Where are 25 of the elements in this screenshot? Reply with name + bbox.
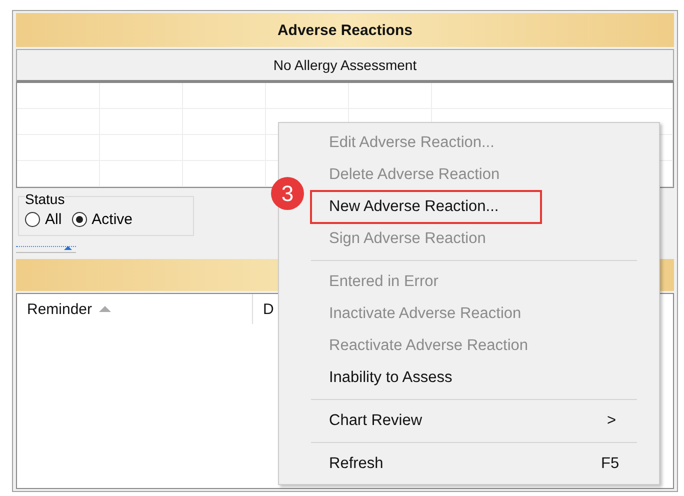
splitter-handle[interactable] — [16, 246, 76, 253]
column-header[interactable]: Reminder — [17, 294, 253, 324]
menu-item-label: Inability to Assess — [329, 369, 452, 387]
radio-icon[interactable] — [72, 212, 87, 227]
menu-item-label: Entered in Error — [329, 273, 438, 291]
panel-title: Adverse Reactions — [16, 13, 674, 47]
column-header[interactable]: D — [253, 294, 276, 324]
shortcut-label: F5 — [601, 455, 620, 473]
menu-item[interactable]: New Adverse Reaction... — [311, 191, 541, 223]
menu-item-label: Chart Review — [329, 412, 422, 430]
submenu-arrow: > — [607, 412, 616, 430]
menu-item-label: Refresh — [329, 455, 384, 473]
menu-item-label: Sign Adverse Reaction — [329, 230, 486, 248]
sort-icon — [98, 305, 112, 313]
menu-item[interactable]: Inability to Assess — [311, 362, 541, 394]
assessment-bar[interactable]: No Allergy Assessment — [16, 49, 674, 83]
status-label: Status — [25, 191, 65, 207]
menu-item-label: Delete Adverse Reaction — [329, 166, 500, 184]
radio-icon[interactable] — [25, 212, 40, 227]
menu-item-label: Edit Adverse Reaction... — [329, 134, 494, 152]
menu-item-label: Reactivate Adverse Reaction — [329, 337, 528, 355]
menu-item-label: Inactivate Adverse Reaction — [329, 305, 522, 323]
menu-item-label: New Adverse Reaction... — [329, 198, 499, 216]
radio-option[interactable]: All — [25, 211, 62, 228]
radio-option[interactable]: Active — [72, 211, 133, 228]
